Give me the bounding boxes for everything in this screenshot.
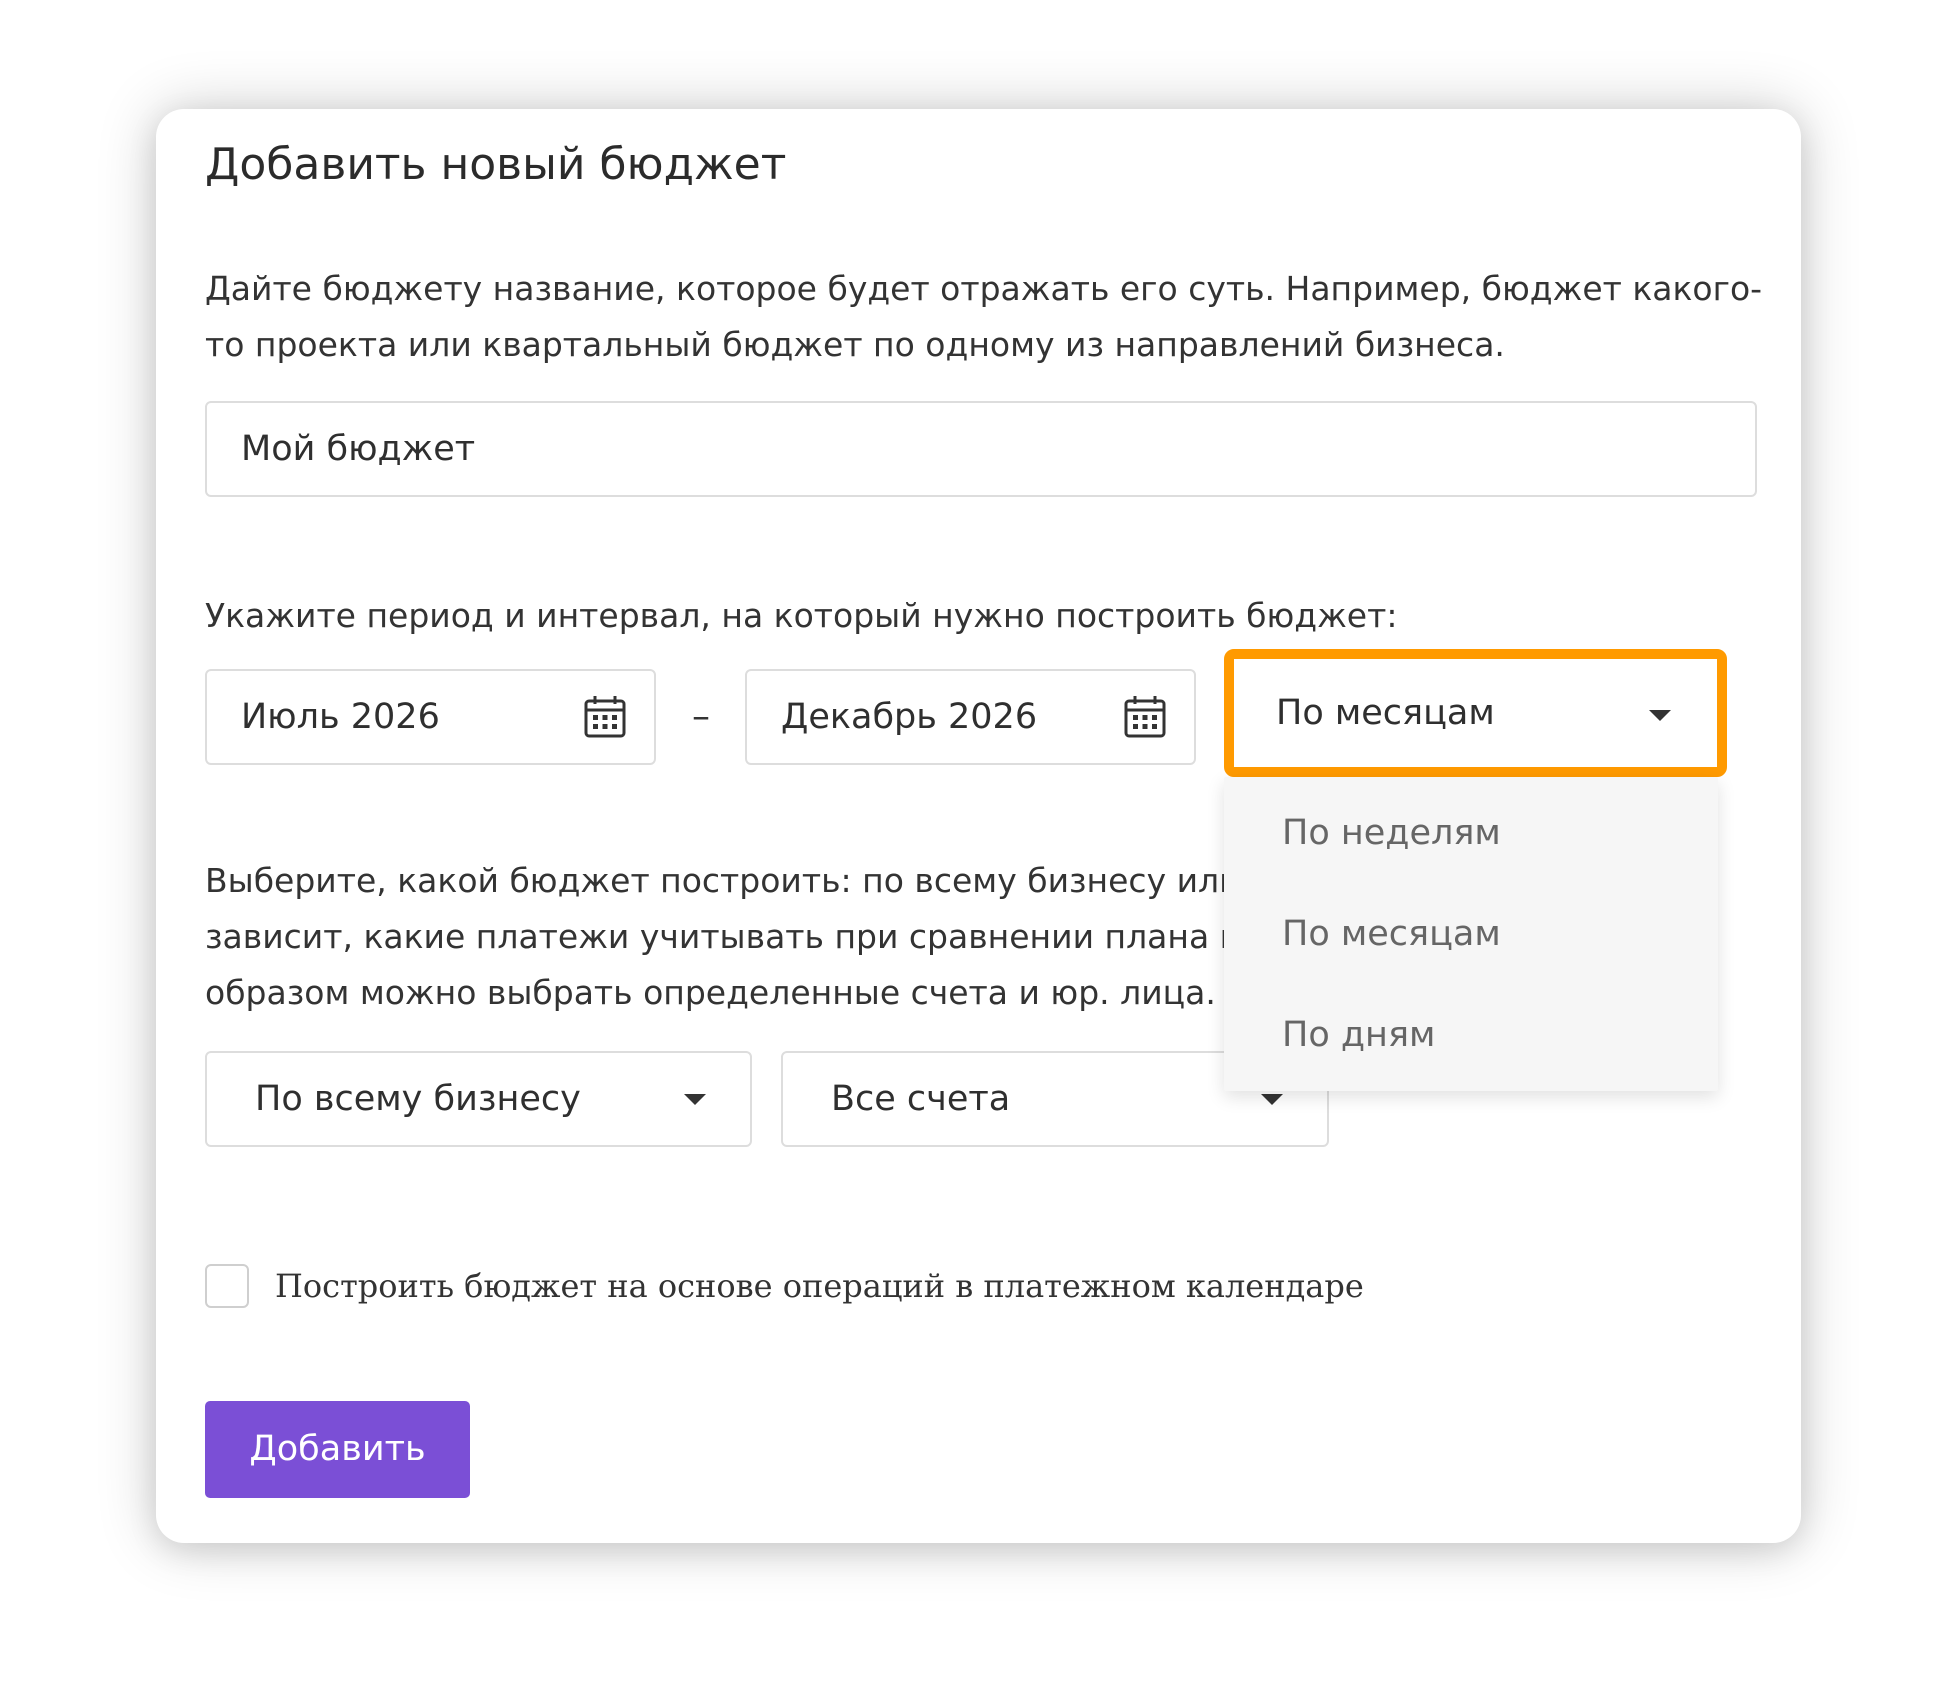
interval-select[interactable]: По месяцам bbox=[1224, 649, 1727, 777]
budget-name-input[interactable]: Мой бюджет bbox=[205, 401, 1757, 497]
caret-down-icon bbox=[684, 1094, 706, 1105]
interval-dropdown-menu: По неделям По месяцам По дням bbox=[1224, 777, 1718, 1091]
calendar-icon[interactable] bbox=[1124, 695, 1166, 739]
scope-selected-value: По всему бизнесу bbox=[255, 1079, 581, 1119]
period-hint: Укажите период и интервал, на который ну… bbox=[205, 596, 1398, 635]
budget-name-value: Мой бюджет bbox=[241, 429, 476, 469]
accounts-selected-value: Все счета bbox=[831, 1079, 1011, 1119]
calendar-based-checkbox-label[interactable]: Построить бюджет на основе операций в пл… bbox=[275, 1260, 1364, 1312]
date-from-picker[interactable]: Июль 2026 bbox=[205, 669, 656, 765]
interval-option-weeks[interactable]: По неделям bbox=[1282, 783, 1501, 884]
date-range-separator: – bbox=[692, 696, 710, 737]
name-hint: Дайте бюджету название, которое будет от… bbox=[205, 269, 1763, 364]
scope-select[interactable]: По всему бизнесу bbox=[205, 1051, 752, 1147]
date-to-picker[interactable]: Декабрь 2026 bbox=[745, 669, 1196, 765]
add-budget-button[interactable]: Добавить bbox=[205, 1401, 470, 1498]
date-from-value: Июль 2026 bbox=[241, 697, 440, 737]
calendar-based-checkbox[interactable] bbox=[205, 1264, 249, 1308]
interval-option-months[interactable]: По месяцам bbox=[1282, 884, 1501, 985]
form-title: Добавить новый бюджет bbox=[205, 139, 787, 190]
interval-option-days[interactable]: По дням bbox=[1282, 985, 1435, 1086]
calendar-icon[interactable] bbox=[584, 695, 626, 739]
caret-down-icon bbox=[1261, 1094, 1283, 1105]
caret-down-icon bbox=[1649, 710, 1671, 721]
interval-selected-value: По месяцам bbox=[1276, 693, 1495, 733]
add-budget-card: Добавить новый бюджет Дайте бюджету назв… bbox=[156, 109, 1801, 1543]
date-to-value: Декабрь 2026 bbox=[781, 697, 1038, 737]
